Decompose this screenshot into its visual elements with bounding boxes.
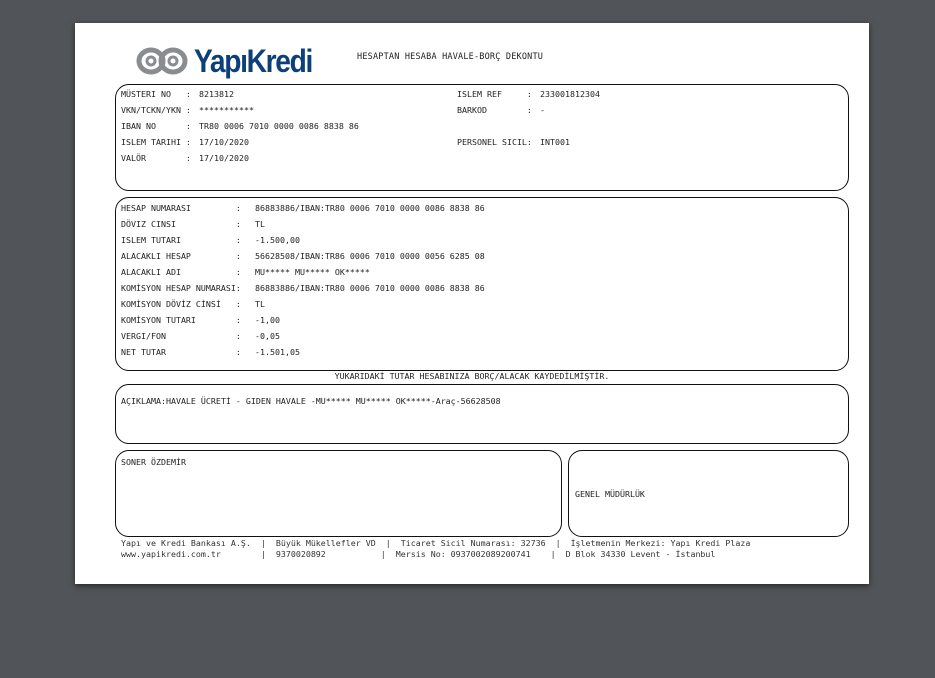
valor-label: VALÖR : [121, 153, 191, 163]
yapikredi-logo: YapıKredi [135, 43, 328, 79]
footer-line-1: Yapı ve Kredi Bankası A.Ş. | Büyük Mükel… [121, 538, 751, 548]
logo-text: YapıKredi [194, 43, 313, 79]
barkod-value: - [540, 105, 545, 115]
islem-ref-label: ISLEM REF : [457, 89, 532, 99]
bank-footer: Yapı ve Kredi Bankası A.Ş. | Büyük Mükel… [121, 538, 750, 559]
vkn-label: VKN/TCKN/YKN : [121, 105, 191, 115]
barkod-label: BARKOD : [457, 105, 532, 115]
islem-tarihi-label: ISLEM TARIHI : [121, 137, 191, 147]
transaction-row-value: 86883886/IBAN:TR80 0006 7010 0000 0086 8… [255, 203, 485, 213]
transaction-row-label: DÖVIZ CINSI : [121, 219, 241, 229]
footer-line-2: www.yapikredi.com.tr | 9370020892 | Mers… [121, 548, 716, 559]
iban-value: TR80 0006 7010 0000 0086 8838 86 [199, 121, 359, 131]
transaction-row-label: NET TUTAR : [121, 347, 241, 357]
signatory-name: SONER ÖZDEMİR [121, 457, 186, 467]
booking-notice: YUKARIDAKİ TUTAR HESABINIZA BORÇ/ALACAK … [334, 371, 610, 381]
islem-tarihi-value: 17/10/2020 [199, 137, 249, 147]
yapikredi-swirl-icon [136, 47, 188, 75]
transaction-row-value: -1,00 [255, 315, 280, 325]
transaction-row-value: TL [255, 299, 265, 309]
receipt-document: YapıKredi HESAPTAN HESABA HAVALE-BORÇ DE… [75, 23, 869, 584]
description-box [115, 384, 849, 444]
transaction-row-label: ISLEM TUTARI : [121, 235, 241, 245]
transaction-row-value: TL [255, 219, 265, 229]
transaction-row-value: 86883886/IBAN:TR80 0006 7010 0000 0086 8… [255, 283, 485, 293]
valor-value: 17/10/2020 [199, 153, 249, 163]
personel-sicil-label: PERSONEL SICIL: [457, 137, 532, 147]
document-title: HESAPTAN HESABA HAVALE-BORÇ DEKONTU [357, 52, 544, 62]
transaction-row-label: ALACAKLI ADI : [121, 267, 241, 277]
islem-ref-value: 233001812304 [540, 89, 600, 99]
vkn-value: *********** [199, 105, 254, 115]
transaction-row-value: -1.501,05 [255, 347, 300, 357]
personel-sicil-value: INT001 [540, 137, 570, 147]
description-text: AÇIKLAMA:HAVALE ÜCRETİ - GIDEN HAVALE -M… [121, 396, 501, 406]
transaction-row-label: KOMİSYON DÖVİZ CİNSİ : [121, 299, 241, 309]
transaction-row-label: HESAP NUMARASI : [121, 203, 241, 213]
transaction-row-value: -0,05 [255, 331, 280, 341]
transaction-row-label: KOMİSYON TUTARI : [121, 315, 241, 325]
transaction-row-label: KOMİSYON HESAP NUMARASI: [121, 283, 241, 293]
general-directorate-label: GENEL MÜDÜRLÜK [575, 489, 645, 499]
transaction-row-label: ALACAKLI HESAP : [121, 251, 241, 261]
musteri-no-value: 8213812 [199, 89, 234, 99]
transaction-row-label: VERGI/FON : [121, 331, 241, 341]
iban-label: IBAN NO : [121, 121, 191, 131]
musteri-no-label: MÜSTERI NO : [121, 89, 191, 99]
transaction-row-value: MU***** MU***** OK***** [255, 267, 370, 277]
transaction-row-value: 56628508/IBAN:TR86 0006 7010 0000 0056 6… [255, 251, 485, 261]
transaction-row-value: -1.500,00 [255, 235, 300, 245]
